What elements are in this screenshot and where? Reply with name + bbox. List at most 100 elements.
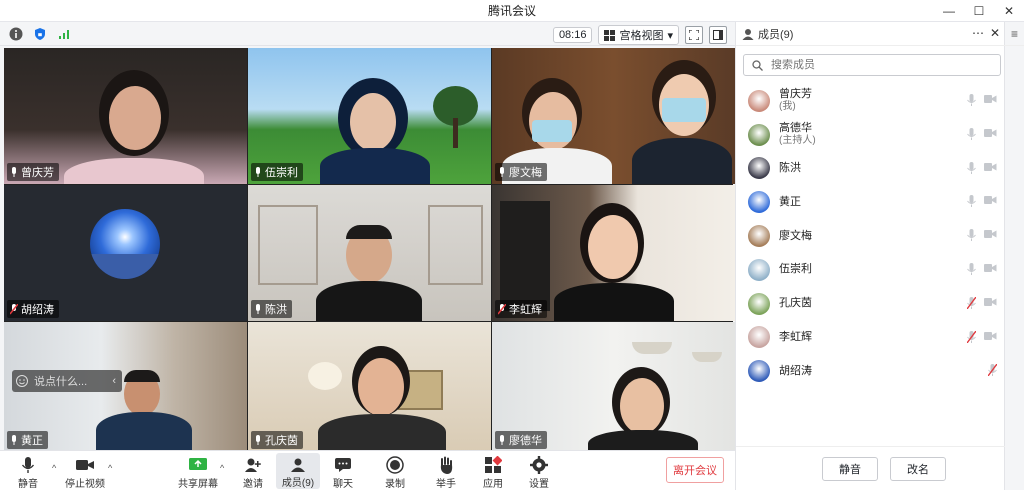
members-panel-footer: 静音 改名 bbox=[736, 446, 1005, 490]
member-name: 曾庆芳 bbox=[779, 88, 812, 101]
invite-button[interactable]: 邀请 bbox=[231, 455, 275, 490]
avatar bbox=[748, 89, 770, 112]
chevron-up-icon[interactable]: ^ bbox=[108, 463, 112, 473]
avatar bbox=[748, 157, 770, 180]
camera-icon[interactable] bbox=[984, 331, 997, 341]
member-row[interactable]: 胡绍涛 bbox=[736, 354, 1005, 388]
users-icon bbox=[288, 455, 308, 474]
shield-icon[interactable] bbox=[32, 26, 48, 42]
view-switcher[interactable]: 宫格视图 ▾ bbox=[598, 25, 679, 45]
member-row[interactable]: 曾庆芳 (我) bbox=[736, 84, 1005, 118]
mute-button[interactable]: 静音 bbox=[6, 455, 50, 490]
member-row[interactable]: 伍崇利 bbox=[736, 253, 1005, 287]
chat-button[interactable]: 聊天 bbox=[321, 455, 365, 490]
member-status-icons bbox=[967, 296, 997, 309]
chevron-left-icon[interactable]: ‹ bbox=[112, 375, 116, 387]
participant-name-tag: 黄正 bbox=[7, 431, 48, 449]
member-name: 陈洪 bbox=[779, 161, 801, 174]
video-tile[interactable]: 廖文梅 bbox=[492, 48, 735, 184]
participant-name-tag: 廖文梅 bbox=[495, 163, 547, 181]
chevron-up-icon[interactable]: ^ bbox=[52, 463, 56, 473]
info-icon[interactable] bbox=[8, 26, 24, 42]
member-text: 黄正 bbox=[779, 196, 801, 209]
chevron-up-icon[interactable]: ^ bbox=[220, 463, 224, 473]
signal-icon[interactable] bbox=[56, 26, 72, 42]
mic-icon[interactable] bbox=[967, 262, 976, 275]
mic-icon[interactable] bbox=[967, 229, 976, 242]
close-icon[interactable]: ✕ bbox=[994, 0, 1024, 22]
mic-icon[interactable] bbox=[967, 94, 976, 106]
raise-hand-button[interactable]: 举手 bbox=[424, 455, 468, 490]
member-row[interactable]: 高德华 (主持人) bbox=[736, 118, 1005, 152]
camera-icon[interactable] bbox=[984, 297, 997, 307]
mic-icon bbox=[12, 434, 16, 445]
member-name: 胡绍涛 bbox=[779, 364, 812, 377]
meeting-toolbar: 静音 ^ 停止视频 ^ 共享屏幕 ^ 邀请 成员(9) 聊天 录制 举手 应用 … bbox=[0, 450, 735, 490]
maximize-icon[interactable]: ☐ bbox=[964, 0, 994, 22]
participant-name-tag: 陈洪 bbox=[251, 300, 292, 318]
topbar-right: 08:16 宫格视图 ▾ bbox=[552, 25, 727, 45]
microphone-icon bbox=[18, 455, 38, 475]
mic-icon bbox=[500, 434, 504, 445]
member-search[interactable] bbox=[743, 54, 1001, 76]
grid-view-icon bbox=[604, 29, 616, 41]
member-row[interactable]: 孔庆茵 bbox=[736, 287, 1005, 321]
avatar bbox=[748, 360, 770, 383]
participant-name-tag: 曾庆芳 bbox=[7, 163, 59, 181]
member-status-icons bbox=[967, 330, 997, 343]
layout-panel-icon[interactable] bbox=[709, 26, 727, 44]
mic-icon[interactable] bbox=[967, 195, 976, 208]
mic-muted-icon[interactable] bbox=[967, 330, 976, 343]
avatar bbox=[748, 292, 770, 315]
camera-icon[interactable] bbox=[984, 128, 997, 138]
member-search-input[interactable] bbox=[771, 59, 971, 71]
more-icon[interactable]: ⋯ bbox=[972, 26, 984, 40]
camera-icon[interactable] bbox=[984, 263, 997, 273]
camera-icon[interactable] bbox=[984, 195, 997, 205]
stop-video-button[interactable]: 停止视频 bbox=[63, 455, 107, 490]
member-role: (主持人) bbox=[779, 135, 816, 147]
mic-icon[interactable] bbox=[967, 161, 976, 174]
camera-icon[interactable] bbox=[984, 229, 997, 239]
member-row[interactable]: 廖文梅 bbox=[736, 219, 1005, 253]
member-name: 廖文梅 bbox=[779, 229, 812, 242]
participant-name-tag: 廖德华 bbox=[495, 431, 547, 449]
settings-button[interactable]: 设置 bbox=[517, 455, 561, 490]
video-tile[interactable]: 孔庆茵 bbox=[248, 322, 491, 452]
minimize-icon[interactable]: — bbox=[934, 0, 964, 22]
mic-icon bbox=[500, 166, 504, 177]
mute-all-button[interactable]: 静音 bbox=[822, 457, 878, 481]
record-button[interactable]: 录制 bbox=[373, 455, 417, 490]
fullscreen-icon[interactable] bbox=[685, 26, 703, 44]
members-button[interactable]: 成员(9) bbox=[276, 453, 320, 489]
video-tile[interactable]: 伍崇利 bbox=[248, 48, 491, 184]
member-name: 黄正 bbox=[779, 195, 801, 208]
member-row[interactable]: 陈洪 bbox=[736, 152, 1005, 186]
member-status-icons bbox=[967, 229, 997, 242]
member-status-icons bbox=[967, 127, 997, 140]
leave-meeting-button[interactable]: 离开会议 bbox=[666, 457, 724, 483]
chat-placeholder: 说点什么... bbox=[34, 376, 88, 388]
member-row[interactable]: 李虹辉 bbox=[736, 321, 1005, 355]
mic-muted-icon[interactable] bbox=[988, 364, 997, 377]
member-name: 高德华 bbox=[779, 122, 812, 135]
video-tile[interactable]: 陈洪 bbox=[248, 185, 491, 321]
view-label: 宫格视图 bbox=[619, 30, 664, 42]
video-tile[interactable]: 李虹辉 bbox=[492, 185, 735, 321]
camera-icon[interactable] bbox=[984, 94, 997, 104]
video-tile[interactable]: 曾庆芳 bbox=[4, 48, 247, 184]
user-icon bbox=[742, 28, 754, 40]
rename-button[interactable]: 改名 bbox=[890, 457, 946, 481]
camera-icon[interactable] bbox=[984, 162, 997, 172]
video-tile[interactable]: 胡绍涛 bbox=[4, 185, 247, 321]
member-text: 李虹辉 bbox=[779, 331, 812, 344]
mic-muted-icon[interactable] bbox=[967, 296, 976, 309]
close-icon[interactable]: ✕ bbox=[990, 26, 1000, 40]
member-row[interactable]: 黄正 bbox=[736, 185, 1005, 219]
video-tile[interactable]: 廖德华 bbox=[492, 322, 735, 452]
quick-chat-input[interactable]: 说点什么... ‹ bbox=[12, 370, 122, 392]
mic-icon[interactable] bbox=[967, 127, 976, 140]
share-screen-button[interactable]: 共享屏幕 bbox=[176, 455, 220, 490]
apps-button[interactable]: 应用 bbox=[471, 455, 515, 490]
member-name: 孔庆茵 bbox=[779, 297, 812, 310]
